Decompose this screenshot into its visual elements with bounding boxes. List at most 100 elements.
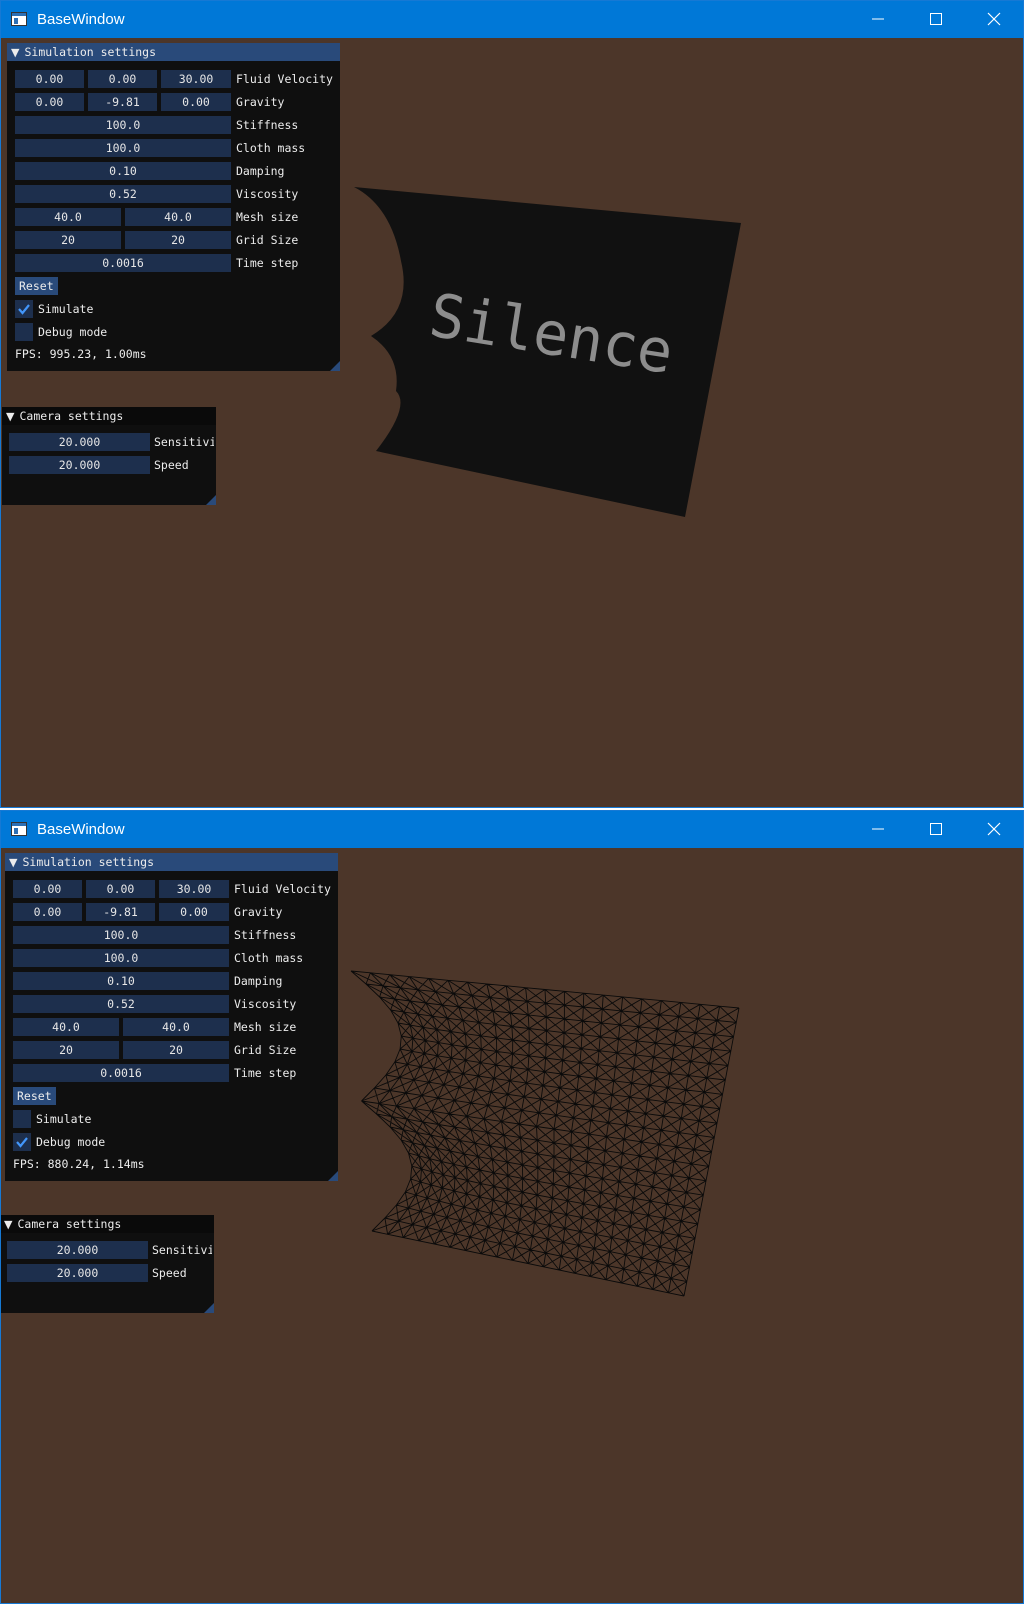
cloth-wireframe [350, 970, 740, 1297]
fluid-velocity-x-field[interactable]: 0.00 [13, 880, 82, 898]
grid-size-a-field[interactable]: 20 [15, 231, 121, 249]
gravity-z-field[interactable]: 0.00 [161, 93, 231, 111]
stiffness-field[interactable]: 100.0 [13, 926, 229, 944]
camera-settings-panel: ▼ Camera settings 20.000 Sensitivi 20.000… [1, 1215, 214, 1313]
fluid-velocity-z-field[interactable]: 30.00 [161, 70, 231, 88]
sensitivity-field[interactable]: 20.000 [9, 433, 150, 451]
camera-settings-header[interactable]: ▼ Camera settings [2, 407, 216, 425]
time-step-label: Time step [234, 1066, 297, 1080]
gravity-x-field[interactable]: 0.00 [13, 903, 82, 921]
app-window-1: BaseWindow Silence ▼ Simulation settings … [0, 0, 1024, 808]
collapse-triangle-icon[interactable]: ▼ [4, 1216, 12, 1234]
stiffness-label: Stiffness [236, 118, 299, 132]
mesh-size-label: Mesh size [236, 210, 299, 224]
cloth-mass-field[interactable]: 100.0 [15, 139, 231, 157]
speed-field[interactable]: 20.000 [9, 456, 150, 474]
gravity-label: Gravity [234, 905, 283, 919]
reset-button[interactable]: Reset [13, 1087, 56, 1105]
simulation-settings-panel: ▼ Simulation settings 0.00 0.00 30.00 Flu… [5, 853, 338, 1181]
mesh-size-b-field[interactable]: 40.0 [125, 208, 231, 226]
sensitivity-label: Sensitivi [154, 435, 214, 449]
minimize-button[interactable] [849, 811, 907, 848]
checkmark-icon [18, 304, 30, 315]
grid-size-b-field[interactable]: 20 [123, 1041, 229, 1059]
maximize-button[interactable] [907, 811, 965, 848]
resize-grip[interactable] [330, 361, 340, 371]
speed-field[interactable]: 20.000 [7, 1264, 148, 1282]
viscosity-label: Viscosity [234, 997, 297, 1011]
simulation-settings-panel: ▼ Simulation settings 0.00 0.00 30.00 Flu… [7, 43, 340, 371]
checkmark-icon [16, 1137, 28, 1148]
maximize-button[interactable] [907, 1, 965, 38]
gravity-y-field[interactable]: -9.81 [86, 903, 155, 921]
reset-button[interactable]: Reset [15, 277, 58, 295]
speed-label: Speed [152, 1266, 187, 1280]
wireframe-lines [350, 970, 740, 1297]
stiffness-field[interactable]: 100.0 [15, 116, 231, 134]
gravity-y-field[interactable]: -9.81 [88, 93, 157, 111]
fps-readout: FPS: 995.23, 1.00ms [15, 347, 147, 361]
simulation-settings-header[interactable]: ▼ Simulation settings [5, 853, 338, 871]
damping-label: Damping [234, 974, 283, 988]
simulate-label: Simulate [38, 302, 94, 316]
grid-size-label: Grid Size [234, 1043, 297, 1057]
collapse-triangle-icon[interactable]: ▼ [6, 408, 14, 426]
panel-title: Camera settings [17, 1217, 122, 1231]
window-title: BaseWindow [37, 11, 125, 28]
camera-settings-header[interactable]: ▼ Camera settings [1, 1215, 214, 1234]
viscosity-field[interactable]: 0.52 [13, 995, 229, 1013]
simulate-checkbox[interactable] [15, 300, 33, 318]
debug-mode-checkbox[interactable] [13, 1133, 31, 1151]
collapse-triangle-icon[interactable]: ▼ [9, 854, 17, 872]
close-button[interactable] [965, 1, 1023, 38]
title-bar[interactable]: BaseWindow [1, 1, 1023, 38]
viscosity-field[interactable]: 0.52 [15, 185, 231, 203]
gravity-label: Gravity [236, 95, 285, 109]
app-window-2: BaseWindow ▼ Simulation settings 0.00 0.0… [0, 810, 1024, 1604]
fluid-velocity-y-field[interactable]: 0.00 [88, 70, 157, 88]
app-icon [11, 12, 27, 26]
gravity-z-field[interactable]: 0.00 [159, 903, 229, 921]
close-button[interactable] [965, 811, 1023, 848]
fluid-velocity-z-field[interactable]: 30.00 [159, 880, 229, 898]
mesh-size-b-field[interactable]: 40.0 [123, 1018, 229, 1036]
debug-mode-label: Debug mode [38, 325, 108, 339]
gravity-x-field[interactable]: 0.00 [15, 93, 84, 111]
time-step-field[interactable]: 0.0016 [13, 1064, 229, 1082]
window-title: BaseWindow [37, 821, 125, 838]
fps-readout: FPS: 880.24, 1.14ms [13, 1157, 145, 1171]
speed-label: Speed [154, 458, 189, 472]
grid-size-a-field[interactable]: 20 [13, 1041, 119, 1059]
time-step-label: Time step [236, 256, 299, 270]
sensitivity-label: Sensitivi [152, 1243, 212, 1257]
minimize-button[interactable] [849, 1, 907, 38]
damping-field[interactable]: 0.10 [15, 162, 231, 180]
fluid-velocity-label: Fluid Velocity [234, 882, 331, 896]
simulation-settings-header[interactable]: ▼ Simulation settings [7, 43, 340, 61]
title-bar[interactable]: BaseWindow [1, 811, 1023, 848]
mesh-size-a-field[interactable]: 40.0 [13, 1018, 119, 1036]
camera-settings-panel: ▼ Camera settings 20.000 Sensitivi 20.000… [2, 407, 216, 505]
stiffness-label: Stiffness [234, 928, 297, 942]
app-icon [11, 822, 27, 836]
cloth-mass-field[interactable]: 100.0 [13, 949, 229, 967]
simulate-label: Simulate [36, 1112, 92, 1126]
debug-mode-checkbox[interactable] [15, 323, 33, 341]
fluid-velocity-y-field[interactable]: 0.00 [86, 880, 155, 898]
time-step-field[interactable]: 0.0016 [15, 254, 231, 272]
panel-title: Simulation settings [22, 855, 155, 869]
damping-field[interactable]: 0.10 [13, 972, 229, 990]
simulate-checkbox[interactable] [13, 1110, 31, 1128]
grid-size-b-field[interactable]: 20 [125, 231, 231, 249]
sensitivity-field[interactable]: 20.000 [7, 1241, 148, 1259]
panel-title: Camera settings [19, 409, 124, 423]
debug-mode-label: Debug mode [36, 1135, 106, 1149]
damping-label: Damping [236, 164, 285, 178]
cloth-mass-label: Cloth mass [234, 951, 304, 965]
resize-grip[interactable] [204, 1303, 214, 1313]
collapse-triangle-icon[interactable]: ▼ [11, 44, 19, 62]
fluid-velocity-x-field[interactable]: 0.00 [15, 70, 84, 88]
mesh-size-a-field[interactable]: 40.0 [15, 208, 121, 226]
resize-grip[interactable] [328, 1171, 338, 1181]
resize-grip[interactable] [206, 495, 216, 505]
